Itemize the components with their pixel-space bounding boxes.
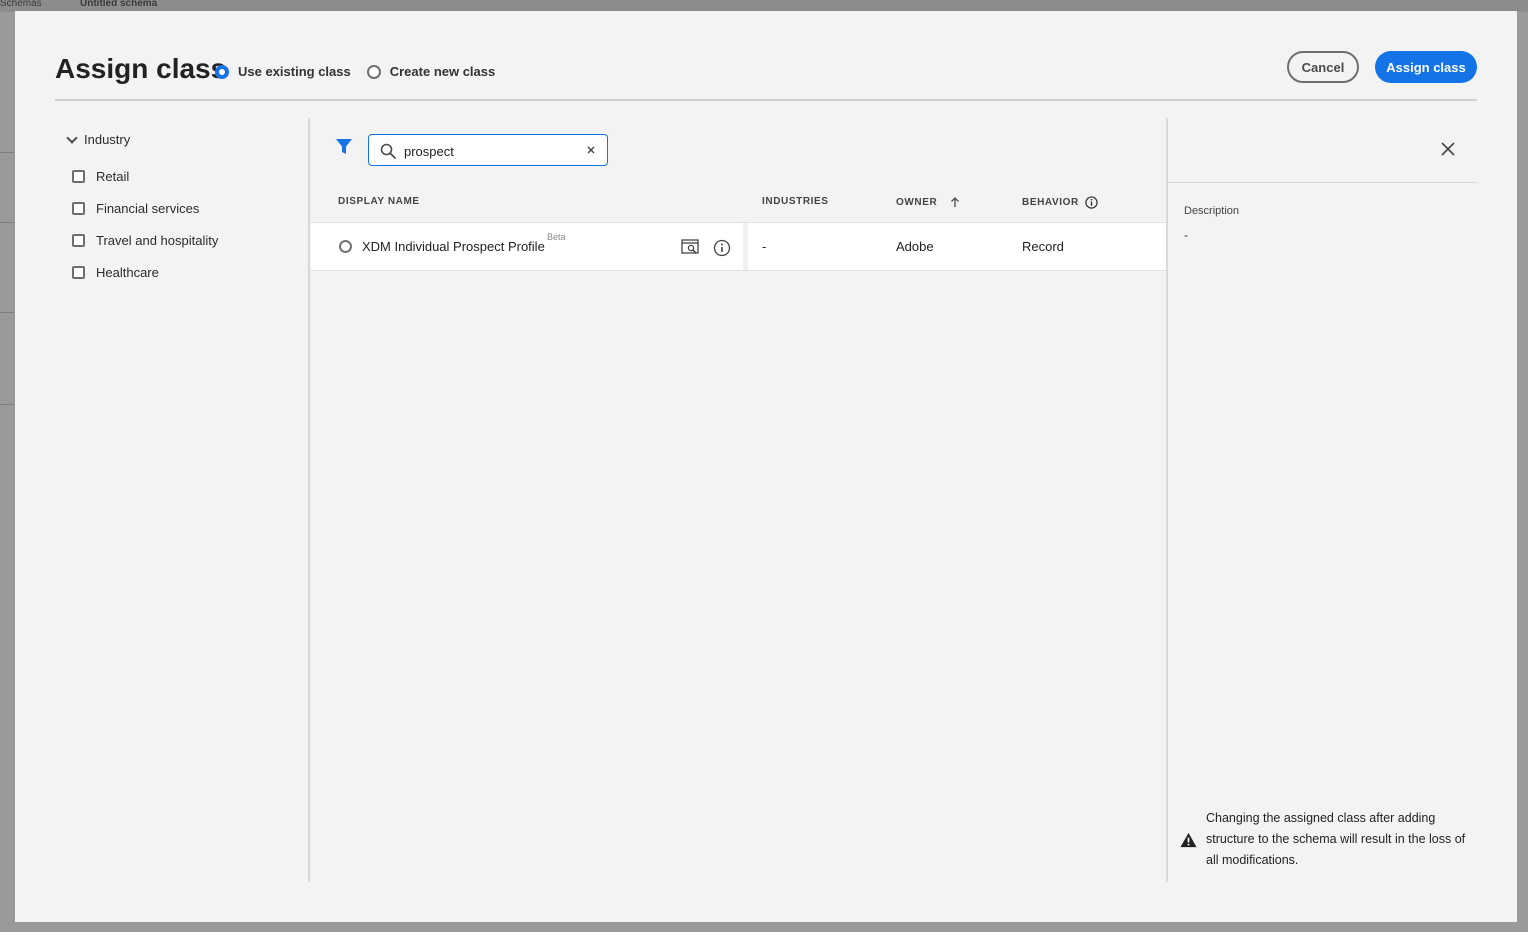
filter-item-retail[interactable]: Retail [72, 169, 129, 184]
retail-checkbox[interactable] [72, 170, 85, 183]
warning-icon [1180, 832, 1197, 847]
row-behavior: Record [1022, 239, 1064, 254]
assign-class-dialog: Assign class Use existing class Create n… [15, 11, 1517, 922]
close-icon[interactable] [1441, 142, 1455, 156]
preview-icon[interactable] [681, 238, 699, 256]
column-header-label: BEHAVIOR [1022, 197, 1079, 208]
description-label: Description [1184, 205, 1240, 217]
use-existing-class-label: Use existing class [238, 64, 351, 79]
class-mode-radio-group: Use existing class Create new class [215, 64, 495, 79]
use-existing-class-option[interactable]: Use existing class [215, 64, 351, 79]
column-divider [743, 223, 748, 270]
healthcare-checkbox[interactable] [72, 266, 85, 279]
filter-item-label: Healthcare [96, 265, 159, 280]
class-change-warning: Changing the assigned class after adding… [1180, 808, 1470, 871]
clear-search-icon[interactable] [585, 144, 597, 156]
search-icon [380, 143, 396, 159]
row-select-radio[interactable] [339, 240, 352, 253]
filter-item-healthcare[interactable]: Healthcare [72, 265, 159, 280]
row-owner: Adobe [896, 239, 934, 254]
column-header-label: INDUSTRIES [762, 196, 829, 207]
dialog-title: Assign class [55, 53, 227, 84]
background-breadcrumb-schemas: Schemas [0, 0, 42, 9]
row-display-name: XDM Individual Prospect Profile [362, 239, 545, 254]
chevron-down-icon [66, 131, 78, 144]
description-value: - [1184, 228, 1188, 242]
warning-text: Changing the assigned class after adding… [1206, 811, 1466, 867]
background-divider [0, 222, 14, 223]
filter-icon[interactable] [335, 138, 353, 156]
filter-item-label: Retail [96, 169, 130, 184]
details-divider [1168, 182, 1477, 183]
industry-filter-toggle[interactable]: Industry [66, 131, 131, 147]
background-divider [0, 404, 14, 405]
column-header-behavior[interactable]: BEHAVIOR [1022, 196, 1098, 209]
class-list-panel: DISPLAY NAME INDUSTRIES OWNER BEHAVIOR X… [311, 118, 1166, 882]
info-icon[interactable] [713, 239, 731, 257]
search-field[interactable] [368, 134, 608, 166]
filter-item-label: Travel and hospitality [96, 233, 219, 248]
details-panel: Description - Changing the assigned clas… [1166, 118, 1477, 882]
background-divider [0, 152, 14, 153]
column-header-label: DISPLAY NAME [338, 196, 420, 207]
cancel-button[interactable]: Cancel [1287, 51, 1359, 83]
filter-item-label: Financial services [96, 201, 200, 216]
table-row[interactable]: XDM Individual Prospect Profile Beta - A… [311, 222, 1166, 271]
financial-services-checkbox[interactable] [72, 202, 85, 215]
column-header-industries[interactable]: INDUSTRIES [762, 196, 829, 207]
filter-panel: Industry Retail Financial services Trave… [55, 118, 310, 882]
create-new-class-label: Create new class [389, 64, 496, 79]
search-input[interactable] [404, 141, 574, 161]
assign-class-button[interactable]: Assign class [1375, 51, 1477, 83]
column-header-owner[interactable]: OWNER [896, 196, 961, 208]
info-icon[interactable] [1085, 196, 1098, 209]
column-header-label: OWNER [896, 196, 938, 208]
travel-and-hospitality-checkbox[interactable] [72, 234, 85, 247]
column-header-display-name[interactable]: DISPLAY NAME [338, 196, 420, 207]
filter-item-travel-and-hospitality[interactable]: Travel and hospitality [72, 233, 218, 248]
row-industries: - [762, 239, 767, 254]
dialog-header: Assign class Use existing class Create n… [55, 51, 1477, 101]
filter-item-financial-services[interactable]: Financial services [72, 201, 199, 216]
beta-badge: Beta [547, 232, 566, 242]
sort-ascending-icon[interactable] [949, 196, 961, 208]
use-existing-class-radio[interactable] [215, 64, 229, 79]
create-new-class-radio[interactable] [366, 64, 381, 79]
industry-filter-label: Industry [84, 132, 131, 147]
create-new-class-option[interactable]: Create new class [366, 64, 496, 79]
background-breadcrumb-schema: Untitled schema [80, 0, 158, 9]
background-divider [0, 312, 14, 313]
